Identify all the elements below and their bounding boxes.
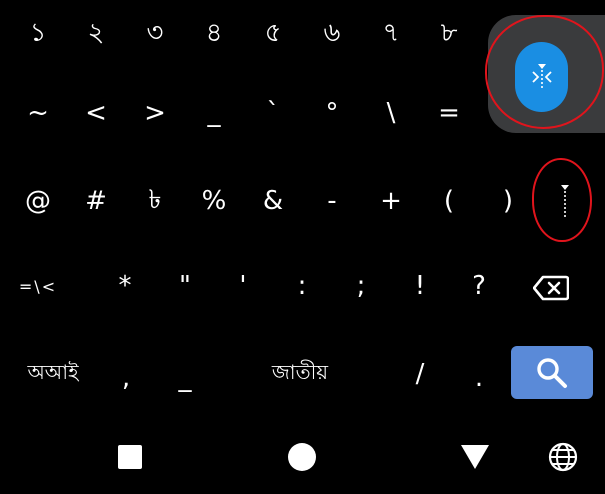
key-ampersand[interactable]: & bbox=[248, 181, 298, 221]
square-icon bbox=[118, 445, 142, 469]
key-slash[interactable]: / bbox=[395, 354, 445, 394]
key-backtick[interactable]: ` bbox=[248, 93, 298, 133]
key-digit-3[interactable]: ৩ bbox=[130, 14, 180, 54]
cursor-marker-icon bbox=[561, 185, 569, 217]
key-language-switch[interactable]: অআই bbox=[13, 354, 93, 394]
key-period[interactable]: . bbox=[454, 358, 504, 398]
key-question[interactable]: ? bbox=[454, 266, 504, 306]
key-less-than[interactable]: < bbox=[71, 93, 121, 133]
key-digit-5[interactable]: ৫ bbox=[248, 14, 298, 54]
key-more-symbols[interactable]: =\< bbox=[13, 266, 63, 306]
key-digit-6[interactable]: ৬ bbox=[307, 14, 357, 54]
key-digit-7[interactable]: ৭ bbox=[366, 14, 416, 54]
backspace-key[interactable] bbox=[525, 266, 577, 310]
key-greater-than[interactable]: > bbox=[130, 93, 180, 133]
key-digit-8[interactable]: ৮ bbox=[424, 14, 474, 54]
key-taka[interactable]: ৳ bbox=[130, 181, 180, 221]
circle-icon bbox=[288, 443, 316, 471]
key-asterisk[interactable]: * bbox=[100, 266, 150, 306]
key-digit-4[interactable]: ৪ bbox=[189, 14, 239, 54]
key-open-paren[interactable]: ( bbox=[424, 181, 474, 221]
nav-recents-button[interactable] bbox=[110, 437, 150, 477]
key-comma[interactable]: , bbox=[101, 358, 151, 398]
key-underscore-top[interactable]: _ bbox=[189, 93, 239, 133]
key-colon[interactable]: : bbox=[277, 266, 327, 306]
split-toggle-button[interactable] bbox=[515, 42, 568, 112]
key-hash[interactable]: # bbox=[71, 181, 121, 221]
key-equals[interactable]: = bbox=[424, 93, 474, 133]
key-semicolon[interactable]: ; bbox=[336, 266, 386, 306]
key-minus[interactable]: - bbox=[307, 181, 357, 221]
key-single-quote[interactable]: ' bbox=[218, 266, 268, 306]
key-close-paren[interactable]: ) bbox=[483, 181, 533, 221]
key-double-quote[interactable]: " bbox=[160, 266, 210, 306]
key-backslash[interactable]: \ bbox=[366, 93, 416, 133]
key-plus[interactable]: + bbox=[366, 181, 416, 221]
key-underscore[interactable]: _ bbox=[160, 358, 210, 398]
key-percent[interactable]: % bbox=[189, 181, 239, 221]
triangle-down-icon bbox=[461, 445, 489, 469]
key-tilde[interactable]: ~ bbox=[13, 93, 63, 133]
globe-icon bbox=[548, 442, 578, 472]
key-digit-2[interactable]: ২ bbox=[71, 14, 121, 54]
key-digit-1[interactable]: ১ bbox=[13, 14, 63, 54]
search-icon bbox=[537, 357, 567, 388]
key-exclamation[interactable]: ! bbox=[395, 266, 445, 306]
language-globe-button[interactable] bbox=[543, 437, 583, 477]
cursor-marker[interactable] bbox=[552, 180, 578, 222]
nav-home-button[interactable] bbox=[280, 437, 324, 477]
search-button[interactable] bbox=[511, 346, 593, 399]
key-degree[interactable]: ° bbox=[307, 93, 357, 133]
nav-back-button[interactable] bbox=[453, 437, 497, 477]
space-bar[interactable]: জাতীয় bbox=[225, 354, 375, 394]
backspace-icon bbox=[533, 275, 569, 301]
collapse-arrows-icon bbox=[531, 64, 552, 88]
key-at[interactable]: @ bbox=[13, 181, 63, 221]
